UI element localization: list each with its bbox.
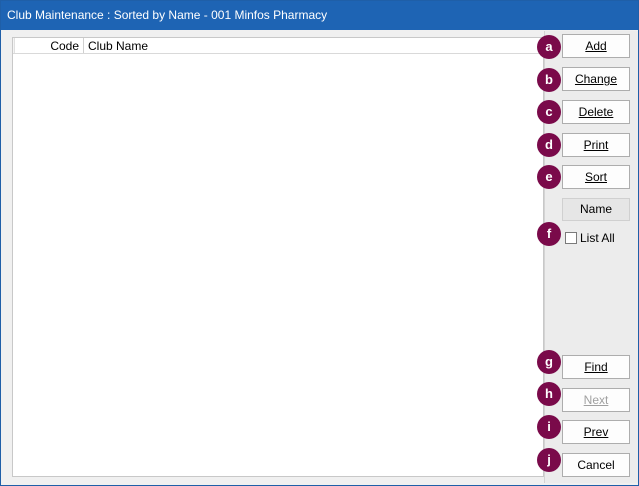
find-button[interactable]: Find (562, 355, 630, 379)
sort-order-display: Name (562, 198, 630, 221)
annotation-badge-f: f (537, 222, 561, 246)
delete-button[interactable]: Delete (562, 100, 630, 124)
list-all-checkbox-row[interactable]: List All (565, 231, 615, 245)
annotation-badge-a: a (537, 35, 561, 59)
add-button-label: Add (585, 39, 607, 53)
prev-button-label: Prev (583, 425, 609, 439)
annotation-badge-h: h (537, 382, 561, 406)
sort-button-label: Sort (584, 170, 607, 184)
annotation-badge-d: d (537, 133, 561, 157)
grid-header: Code Club Name (13, 38, 543, 54)
annotation-badge-b: b (537, 68, 561, 92)
club-maintenance-window: Club Maintenance : Sorted by Name - 001 … (0, 0, 639, 486)
cancel-button-label: Cancel (577, 458, 615, 472)
print-button-label: Print (583, 138, 609, 152)
window-title: Club Maintenance : Sorted by Name - 001 … (1, 1, 638, 30)
next-button[interactable]: Next (562, 388, 630, 412)
add-button[interactable]: Add (562, 34, 630, 58)
annotation-badge-c: c (537, 100, 561, 124)
annotation-badge-j: j (537, 448, 561, 472)
change-button-label: Change (574, 72, 618, 86)
delete-button-label: Delete (578, 105, 614, 119)
action-panel (544, 31, 638, 483)
sort-button[interactable]: Sort (562, 165, 630, 189)
list-all-label[interactable]: List All (580, 231, 615, 245)
annotation-badge-e: e (537, 165, 561, 189)
prev-button[interactable]: Prev (562, 420, 630, 444)
annotation-badge-g: g (537, 350, 561, 374)
find-button-label: Find (584, 360, 608, 374)
print-button[interactable]: Print (562, 133, 630, 157)
cancel-button[interactable]: Cancel (562, 453, 630, 477)
list-all-checkbox[interactable] (565, 232, 577, 244)
column-header-code[interactable]: Code (15, 38, 84, 53)
change-button[interactable]: Change (562, 67, 630, 91)
club-list-grid[interactable]: Code Club Name (12, 37, 544, 477)
annotation-badge-i: i (537, 415, 561, 439)
column-header-club-name[interactable]: Club Name (84, 38, 543, 53)
next-button-label: Next (583, 393, 609, 407)
